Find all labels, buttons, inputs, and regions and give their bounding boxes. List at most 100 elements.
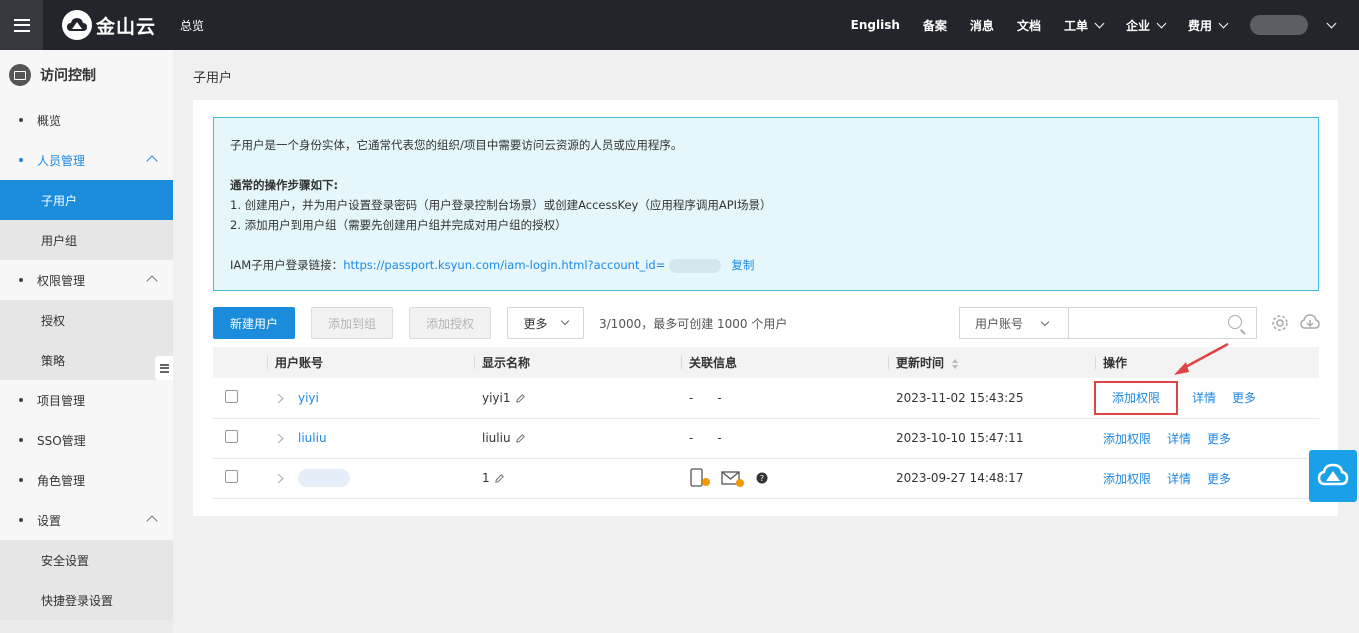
- info-notice: 子用户是一个身份实体，它通常代表您的组织/项目中需要访问云资源的人员或应用程序。…: [213, 117, 1319, 291]
- chevron-up-icon: [146, 155, 158, 167]
- logo-text: 金山云: [96, 15, 157, 38]
- col-related-info: 关联信息: [681, 347, 888, 378]
- sidebar-item-overview[interactable]: 概览: [0, 100, 173, 140]
- user-account-menu[interactable]: [1250, 15, 1308, 35]
- detail-link[interactable]: 详情: [1192, 391, 1216, 405]
- row-checkbox[interactable]: [225, 430, 238, 443]
- copy-link[interactable]: 复制: [731, 258, 754, 272]
- redacted-user-account[interactable]: [298, 469, 350, 487]
- email-icon: [721, 471, 744, 487]
- detail-link[interactable]: 详情: [1167, 472, 1191, 486]
- chevron-right-icon[interactable]: [273, 393, 284, 404]
- table-row: liuliu liuliu - - 2023-10-10 15:47:11 添加权…: [213, 418, 1319, 459]
- gear-icon[interactable]: [1270, 313, 1290, 333]
- sort-icon[interactable]: [952, 358, 959, 369]
- subuser-table: 用户账号 显示名称 关联信息 更新时间 操作 yiyi yiyi1 - - 202…: [213, 347, 1319, 499]
- add-to-group-button[interactable]: 添加到组: [311, 307, 393, 339]
- notice-login-line: IAM子用户登录链接：https://passport.ksyun.com/ia…: [230, 257, 754, 273]
- more-actions-button[interactable]: 更多: [507, 307, 584, 339]
- nav-enterprise[interactable]: 企业: [1126, 17, 1167, 34]
- chevron-up-icon: [146, 515, 158, 527]
- login-link-label: IAM子用户登录链接：: [230, 258, 344, 272]
- logo[interactable]: 金山云: [62, 10, 156, 40]
- chevron-down-icon: [1156, 18, 1167, 28]
- add-permission-link[interactable]: 添加权限: [1103, 432, 1151, 446]
- more-link[interactable]: 更多: [1207, 432, 1231, 446]
- row-checkbox[interactable]: [225, 470, 238, 483]
- user-quota-text: 3/1000，最多可创建 1000 个用户: [599, 317, 788, 331]
- top-navigation-bar: 金山云 总览 English 备案 消息 文档 工单 企业 费用: [0, 0, 1359, 50]
- user-account-link[interactable]: liuliu: [298, 431, 327, 445]
- edit-icon[interactable]: [515, 433, 526, 444]
- sidebar-item-projects[interactable]: 项目管理: [0, 380, 173, 420]
- table-row: 1 ? 2023-09-27 14:48:17 添加权限 详情 更多: [213, 458, 1319, 499]
- nav-messages[interactable]: 消息: [970, 17, 994, 34]
- chevron-down-icon: [1094, 18, 1105, 28]
- display-name: liuliu: [482, 431, 511, 445]
- nav-tickets[interactable]: 工单: [1064, 17, 1105, 34]
- sidebar-item-permissions[interactable]: 权限管理: [0, 260, 173, 300]
- support-float-button[interactable]: [1309, 450, 1357, 502]
- search-input[interactable]: [1068, 307, 1257, 339]
- search-field-select[interactable]: 用户账号: [959, 307, 1069, 339]
- sidebar: 访问控制 概览 人员管理 子用户 用户组 权限管理 授权 策略 项目管理 SSO…: [0, 50, 173, 633]
- id-card-icon: [9, 64, 31, 86]
- sidebar-header: 访问控制: [0, 50, 173, 100]
- search-icon[interactable]: [1228, 315, 1242, 329]
- col-updated-time[interactable]: 更新时间: [888, 347, 1095, 378]
- nav-billing[interactable]: 费用: [1188, 17, 1229, 34]
- sidebar-title: 访问控制: [40, 68, 96, 84]
- updated-time: 2023-09-27 14:48:17: [888, 458, 1095, 499]
- collapse-sidebar-icon[interactable]: [155, 356, 173, 380]
- col-display-name: 显示名称: [474, 347, 681, 378]
- sidebar-item-user-groups[interactable]: 用户组: [0, 220, 173, 260]
- user-account-link[interactable]: yiyi: [298, 391, 319, 405]
- col-account: 用户账号: [267, 347, 474, 378]
- row-checkbox[interactable]: [225, 389, 238, 403]
- add-permission-button[interactable]: 添加授权: [409, 307, 491, 339]
- detail-link[interactable]: 详情: [1167, 432, 1191, 446]
- table-header: 用户账号 显示名称 关联信息 更新时间 操作: [213, 347, 1319, 378]
- sidebar-item-roles[interactable]: 角色管理: [0, 460, 173, 500]
- related-email: -: [717, 431, 722, 445]
- chevron-right-icon[interactable]: [273, 473, 284, 483]
- more-link[interactable]: 更多: [1232, 391, 1256, 405]
- login-link[interactable]: https://passport.ksyun.com/iam-login.htm…: [343, 258, 665, 272]
- updated-time: 2023-11-02 15:43:25: [888, 378, 1095, 419]
- related-email: -: [717, 390, 722, 405]
- edit-icon[interactable]: [494, 473, 505, 484]
- cloud-download-icon[interactable]: [1300, 313, 1320, 333]
- new-user-button[interactable]: 新建用户: [213, 307, 295, 339]
- more-link[interactable]: 更多: [1207, 472, 1231, 486]
- edit-icon[interactable]: [515, 393, 526, 404]
- nav-docs[interactable]: 文档: [1017, 17, 1041, 34]
- display-name: 1: [482, 471, 490, 485]
- chevron-right-icon[interactable]: [273, 433, 284, 444]
- help-icon[interactable]: ?: [755, 471, 769, 485]
- sidebar-item-security-settings[interactable]: 安全设置: [0, 540, 173, 580]
- sidebar-item-policies[interactable]: 策略: [0, 340, 173, 380]
- add-permission-link[interactable]: 添加权限: [1093, 381, 1179, 416]
- nav-icp-filing[interactable]: 备案: [923, 17, 947, 34]
- table-row: yiyi yiyi1 - - 2023-11-02 15:43:25 添加权限 详情…: [213, 378, 1319, 419]
- chevron-up-icon: [146, 275, 158, 287]
- notice-step-1: 1. 创建用户，并为用户设置登录密码（用户登录控制台场景）或创建AccessKe…: [230, 198, 772, 212]
- related-phone: -: [689, 390, 694, 405]
- hamburger-icon[interactable]: [0, 0, 43, 50]
- chevron-down-icon[interactable]: [1326, 18, 1337, 28]
- content-card: 子用户是一个身份实体，它通常代表您的组织/项目中需要访问云资源的人员或应用程序。…: [193, 100, 1338, 516]
- add-permission-link[interactable]: 添加权限: [1103, 472, 1151, 486]
- chevron-down-icon: [560, 316, 569, 326]
- page-title: 子用户: [193, 71, 233, 86]
- sidebar-item-people[interactable]: 人员管理: [0, 140, 173, 180]
- sidebar-item-settings[interactable]: 设置: [0, 500, 173, 540]
- sidebar-item-sso[interactable]: SSO管理: [0, 420, 173, 460]
- updated-time: 2023-10-10 15:47:11: [888, 418, 1095, 459]
- notice-intro: 子用户是一个身份实体，它通常代表您的组织/项目中需要访问云资源的人员或应用程序。: [230, 138, 683, 152]
- sidebar-item-authorization[interactable]: 授权: [0, 300, 173, 340]
- nav-english[interactable]: English: [851, 18, 900, 32]
- sidebar-item-quick-login[interactable]: 快捷登录设置: [0, 580, 173, 620]
- sidebar-item-subusers[interactable]: 子用户: [0, 180, 173, 220]
- nav-overview[interactable]: 总览: [180, 17, 204, 34]
- svg-text:?: ?: [760, 474, 764, 483]
